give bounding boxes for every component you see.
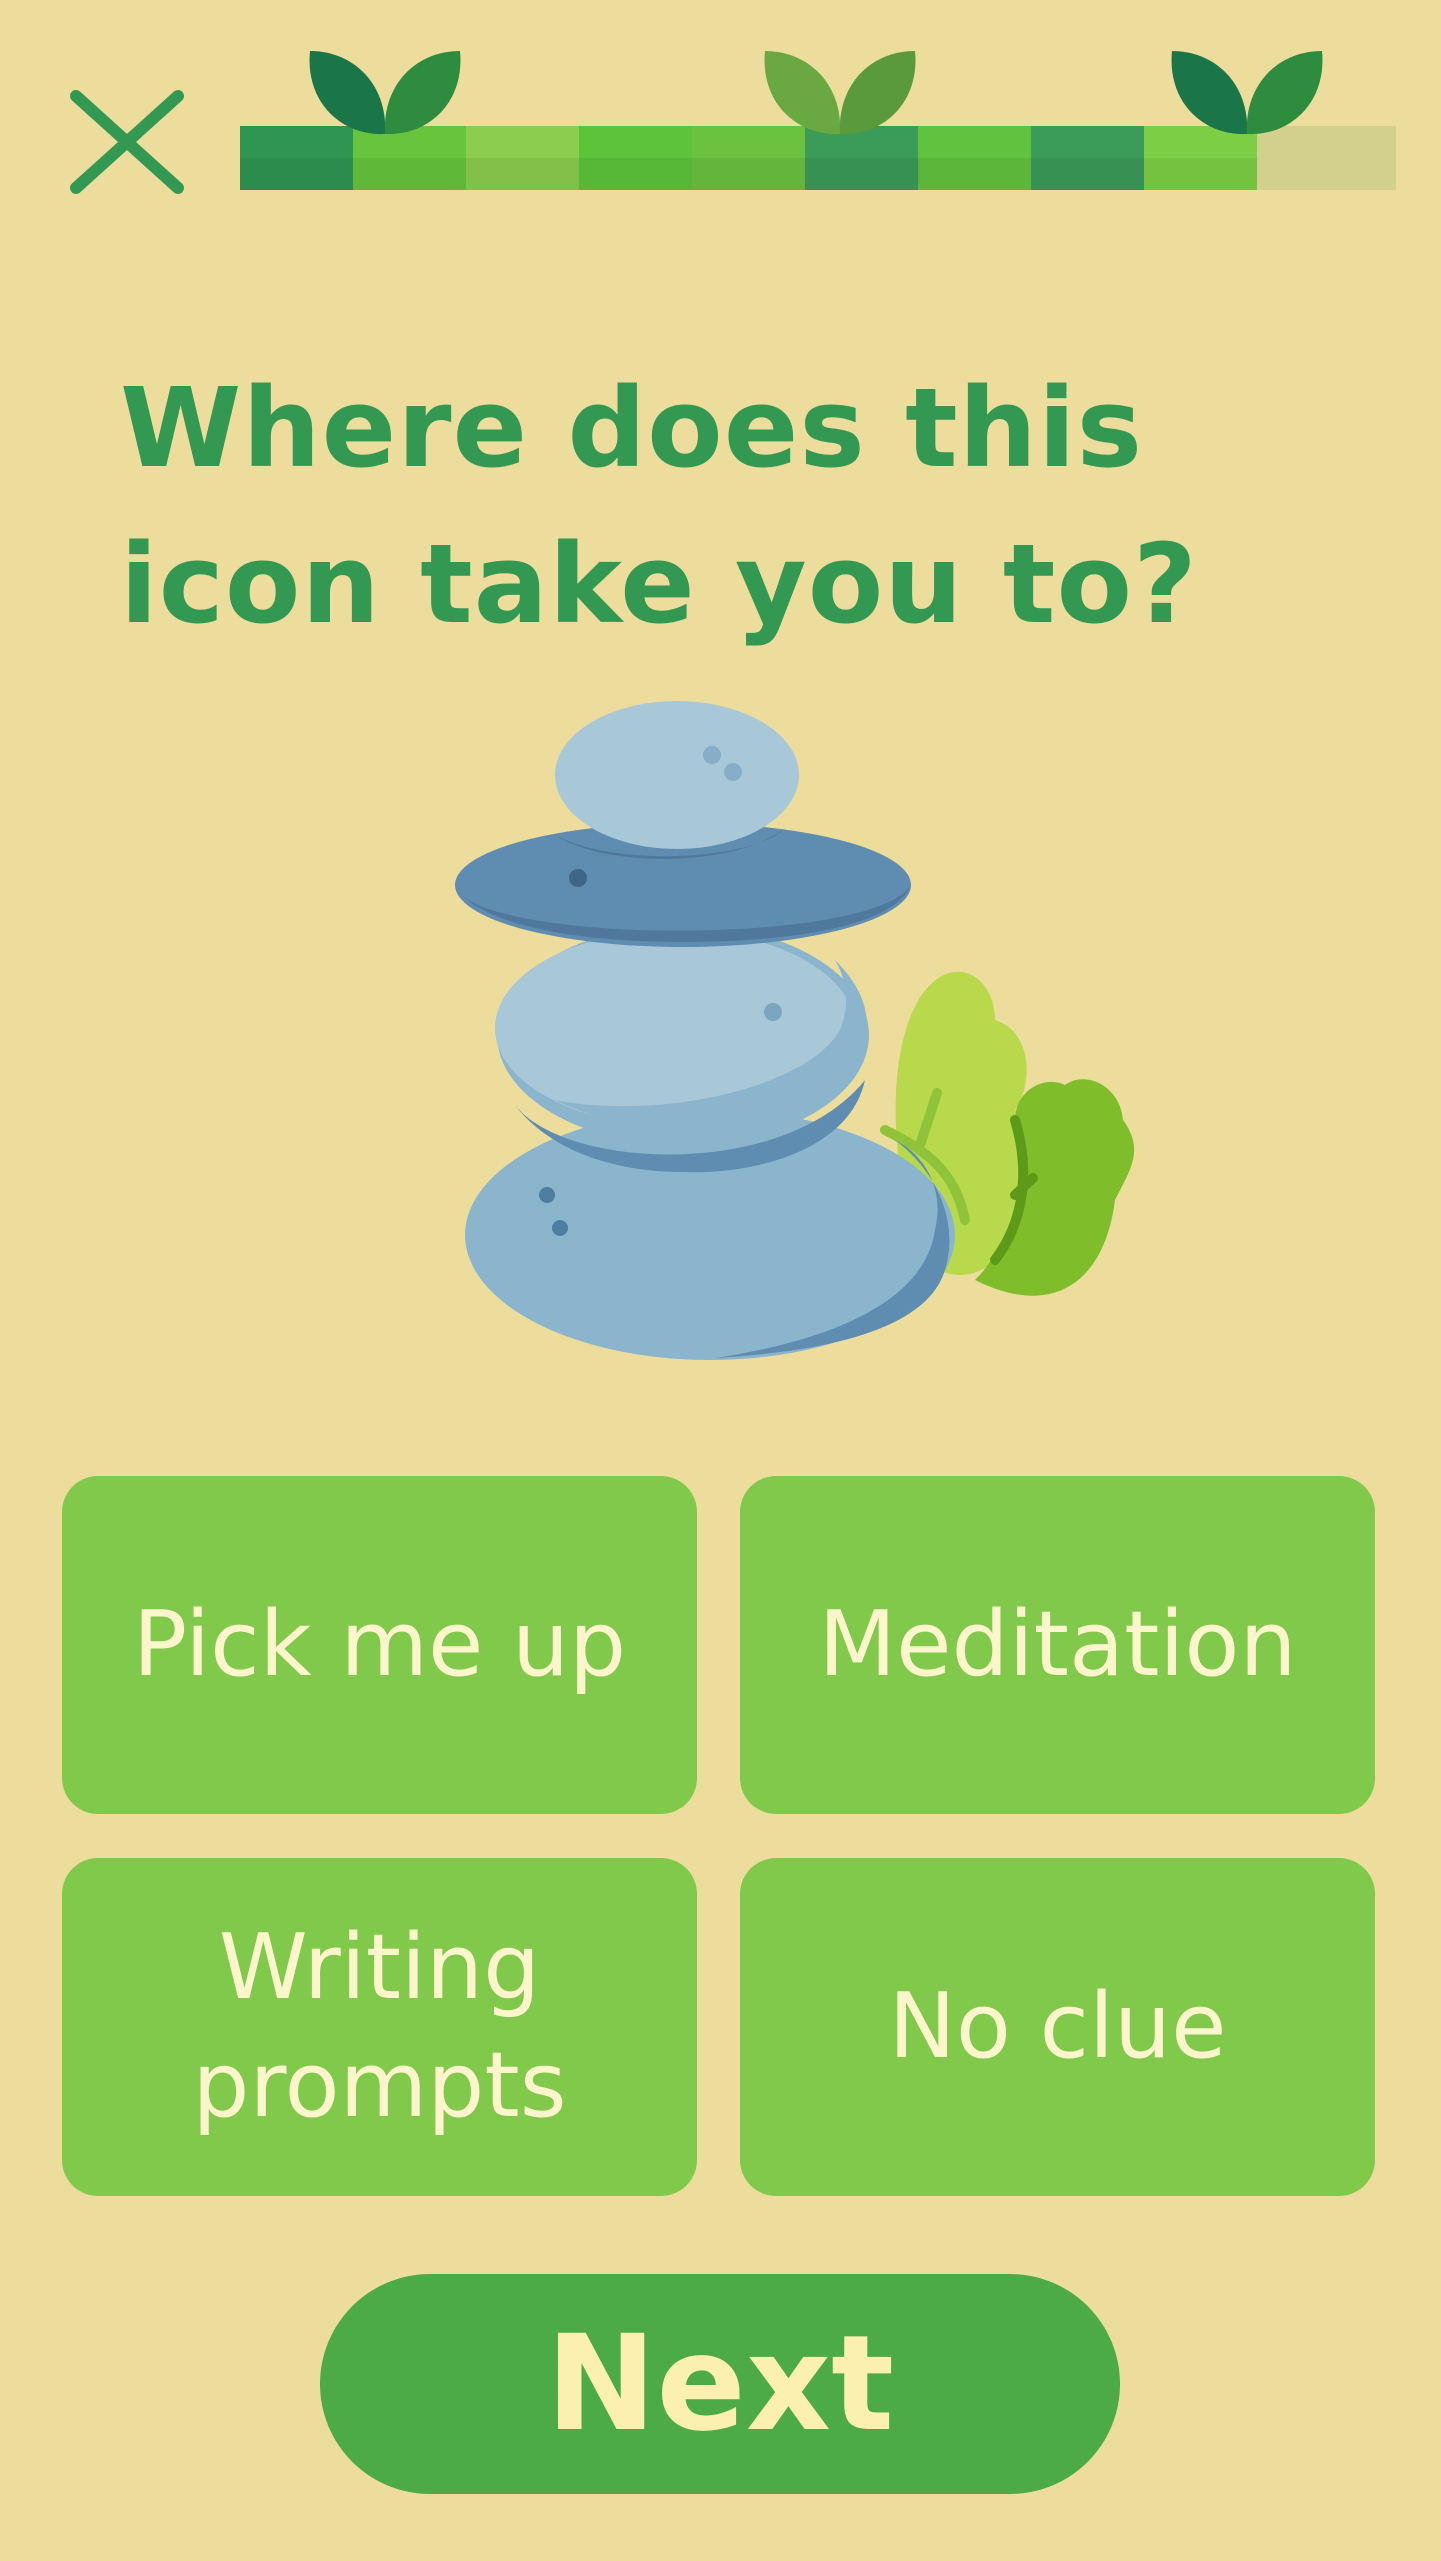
progress-segment-shade — [466, 158, 582, 190]
progress-segment-shade — [579, 158, 695, 190]
answer-no-clue-button[interactable]: No clue — [740, 1858, 1375, 2196]
close-icon — [70, 90, 184, 194]
answer-pick-me-up-button[interactable]: Pick me up — [62, 1476, 697, 1814]
progress-segment-shade — [1144, 158, 1258, 190]
progress-segment-shade — [805, 158, 921, 190]
answer-label: Pick me up — [132, 1592, 627, 1697]
next-button[interactable]: Next — [320, 2274, 1120, 2494]
answer-meditation-button[interactable]: Meditation — [740, 1476, 1375, 1814]
answer-writing-prompts-button[interactable]: Writing prompts — [62, 1858, 697, 2196]
question-title: Where does this icon take you to? — [120, 364, 1198, 648]
sprout-icon — [764, 51, 916, 135]
progress-segment-shade — [692, 158, 808, 190]
next-button-label: Next — [545, 2307, 895, 2461]
progress-segment-shade — [1031, 158, 1147, 190]
sprout-icon — [309, 51, 461, 135]
sprout-icon — [1171, 51, 1323, 135]
answer-label: No clue — [888, 1974, 1227, 2079]
progress-segment-shade — [353, 158, 469, 190]
stacked-stones-with-leaves-icon — [455, 701, 1135, 1360]
answer-label: Writing prompts — [192, 1915, 567, 2138]
progress-segment-shade — [240, 158, 356, 190]
close-button[interactable] — [62, 82, 192, 212]
answer-label: Meditation — [818, 1592, 1297, 1697]
progress-bar — [240, 51, 1396, 190]
progress-segment-shade — [918, 158, 1034, 190]
